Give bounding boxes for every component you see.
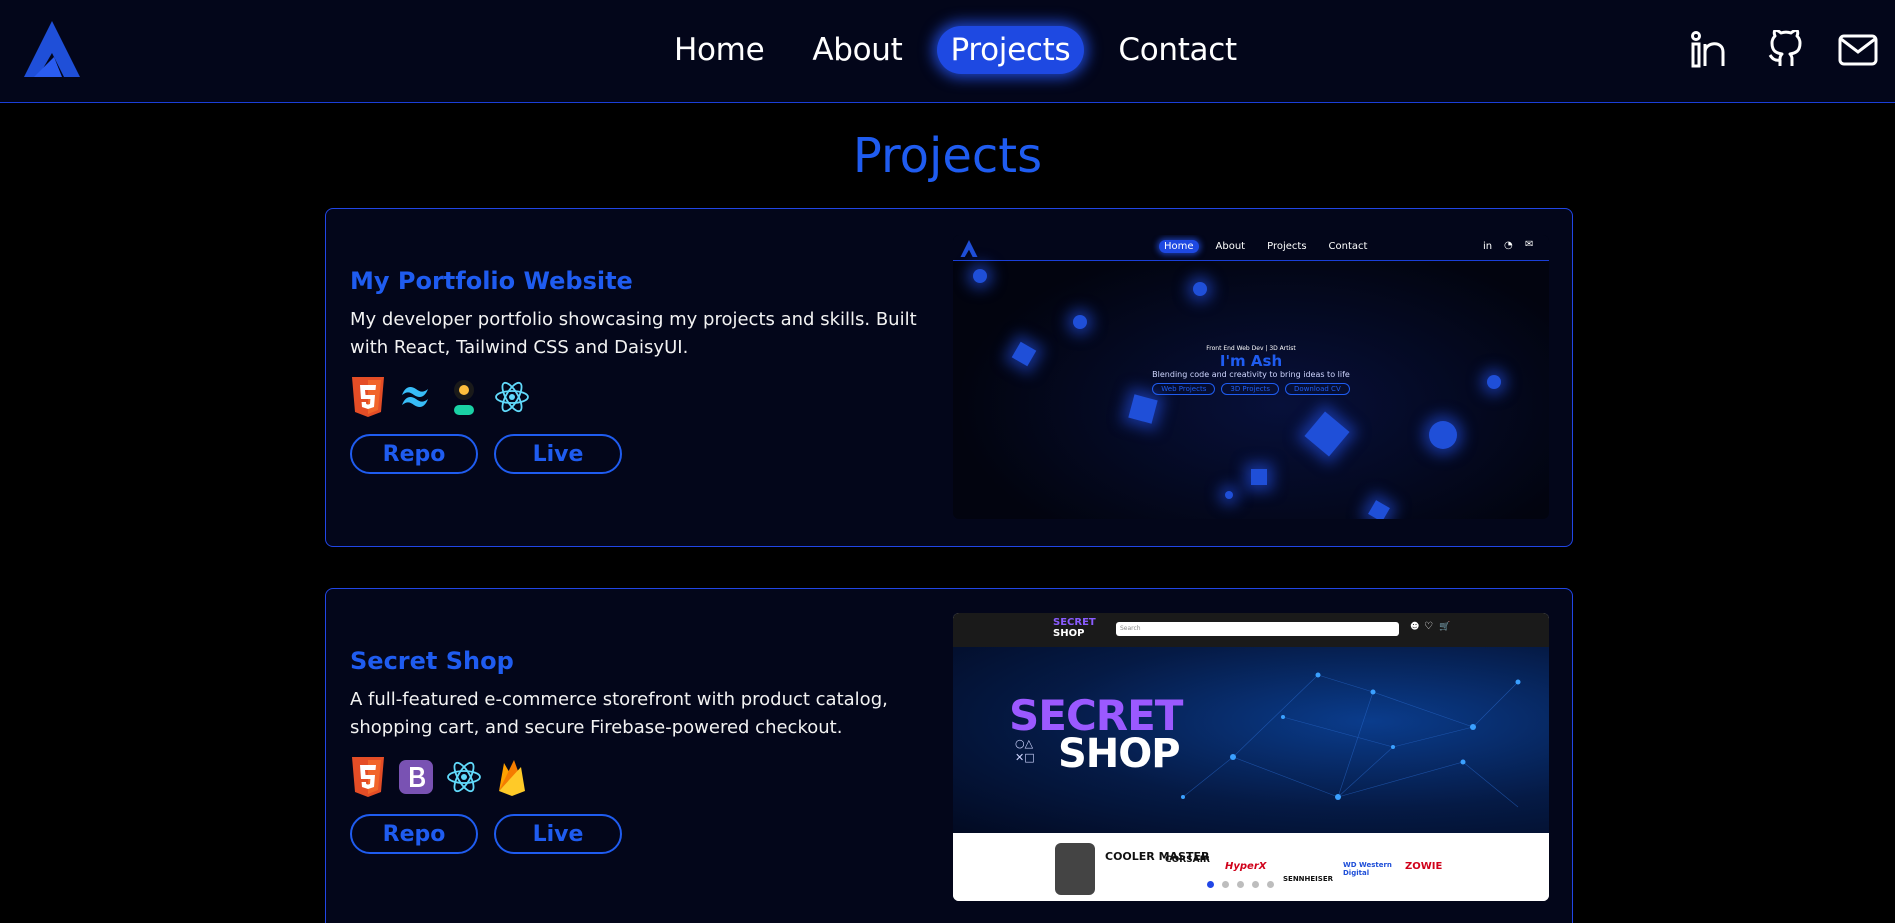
carousel-dot bbox=[1252, 881, 1259, 888]
preview-hero: Front End Web Dev | 3D Artist I'm Ash Bl… bbox=[953, 345, 1549, 395]
preview-nav-home: Home bbox=[1159, 240, 1199, 253]
preview-navbar: Home About Projects Contact in ◔ ✉ bbox=[953, 235, 1549, 261]
project-description: A full-featured e-commerce storefront wi… bbox=[350, 689, 888, 738]
preview-buttons: Web Projects 3D Projects Download CV bbox=[953, 383, 1549, 395]
preview-logo-top: SECRET bbox=[1053, 617, 1096, 628]
preview-github-icon: ◔ bbox=[1504, 240, 1513, 251]
preview-linkedin-icon: in bbox=[1483, 241, 1493, 252]
page-title: Projects bbox=[852, 128, 1043, 184]
tech-stack bbox=[350, 377, 530, 417]
preview-name: I'm Ash bbox=[1219, 352, 1283, 370]
daisyui-icon bbox=[454, 380, 474, 415]
github-icon[interactable] bbox=[1765, 30, 1807, 70]
zowie-logo: ZOWIE bbox=[1405, 861, 1443, 872]
project-buttons: Repo Live bbox=[350, 434, 622, 474]
preview-hero-shop: SHOP bbox=[1058, 731, 1181, 777]
preview-search-input: Search bbox=[1116, 622, 1399, 636]
preview-cart-icon: 🛒 bbox=[1439, 622, 1451, 632]
nav-links: Home About Projects Contact bbox=[660, 22, 1271, 78]
carousel-dot bbox=[1222, 881, 1229, 888]
preview-cube bbox=[1304, 411, 1350, 457]
preview-heart-icon: ♡ bbox=[1424, 621, 1433, 632]
alienware-logo bbox=[1055, 843, 1095, 895]
repo-button[interactable]: Repo bbox=[350, 814, 478, 854]
sennheiser-logo: SENNHEISER bbox=[1283, 875, 1333, 883]
carousel-dot bbox=[1237, 881, 1244, 888]
carousel-dot bbox=[1207, 881, 1214, 888]
carousel-dot bbox=[1267, 881, 1274, 888]
preview-nav-projects: Projects bbox=[1267, 241, 1307, 252]
nav-projects-link[interactable]: Projects bbox=[936, 26, 1085, 74]
preview-mail-icon: ✉ bbox=[1525, 239, 1534, 250]
bootstrap-icon bbox=[399, 760, 433, 794]
repo-button[interactable]: Repo bbox=[350, 434, 478, 474]
preview-orb bbox=[1193, 282, 1207, 296]
nav-home-link[interactable]: Home bbox=[660, 26, 778, 74]
project-buttons: Repo Live bbox=[350, 814, 622, 854]
preview-orb bbox=[1429, 421, 1457, 449]
preview-logo-bottom: SHOP bbox=[1053, 628, 1085, 639]
preview-cube bbox=[1368, 500, 1390, 519]
preview-shop-logo: SECRET SHOP bbox=[1053, 617, 1096, 639]
preview-logo-icon bbox=[960, 240, 978, 257]
preview-web-projects-button: Web Projects bbox=[1152, 383, 1216, 395]
preview-subtitle: Blending code and creativity to bring id… bbox=[1152, 370, 1350, 379]
nav-about-link[interactable]: About bbox=[798, 26, 916, 74]
preview-nav-about: About bbox=[1215, 241, 1246, 252]
preview-hero-banner: SECRET ○△ ✕□ SHOP bbox=[953, 647, 1549, 833]
project-preview-image[interactable]: Home About Projects Contact in ◔ ✉ Front… bbox=[953, 235, 1549, 519]
project-title: Secret Shop bbox=[350, 647, 514, 675]
navbar: Home About Projects Contact bbox=[0, 0, 1895, 103]
project-description: My developer portfolio showcasing my pro… bbox=[350, 309, 917, 358]
firebase-icon bbox=[499, 760, 525, 796]
react-icon bbox=[447, 761, 481, 793]
html5-icon bbox=[352, 377, 384, 417]
preview-brand-strip: COOLER MASTER CORSAIR HyperX SENNHEISER … bbox=[953, 833, 1549, 901]
western-digital-logo: WD Western Digital bbox=[1343, 861, 1392, 877]
project-card: Secret Shop A full-featured e-commerce s… bbox=[325, 588, 1573, 923]
react-icon bbox=[495, 381, 529, 413]
preview-playstation-icons: ○△ ✕□ bbox=[1015, 737, 1035, 764]
tech-stack bbox=[350, 757, 530, 797]
preview-carousel-dots bbox=[1207, 881, 1274, 888]
preview-tagline: Front End Web Dev | 3D Artist bbox=[1206, 345, 1296, 352]
html5-icon bbox=[352, 757, 384, 797]
preview-network-graphic bbox=[1181, 672, 1521, 808]
preview-orb bbox=[1225, 491, 1233, 499]
nav-contact-link[interactable]: Contact bbox=[1104, 26, 1251, 74]
preview-header: SECRET SHOP Search ☻ ♡ 🛒 bbox=[953, 613, 1549, 647]
preview-nav-links: Home About Projects Contact bbox=[1159, 240, 1372, 253]
logo-icon[interactable] bbox=[24, 21, 80, 77]
live-button[interactable]: Live bbox=[494, 434, 622, 474]
project-preview-image[interactable]: SECRET SHOP Search ☻ ♡ 🛒 SECRET ○△ ✕□ SH… bbox=[953, 613, 1549, 901]
preview-download-cv-button: Download CV bbox=[1285, 383, 1350, 395]
mail-icon[interactable] bbox=[1837, 30, 1879, 70]
project-title: My Portfolio Website bbox=[350, 267, 633, 295]
preview-orb bbox=[973, 269, 987, 283]
preview-user-icon: ☻ bbox=[1410, 622, 1420, 632]
preview-cube bbox=[1128, 394, 1158, 424]
preview-nav-contact: Contact bbox=[1328, 241, 1368, 252]
tailwind-icon bbox=[402, 387, 428, 407]
live-button[interactable]: Live bbox=[494, 814, 622, 854]
linkedin-icon[interactable] bbox=[1690, 30, 1732, 70]
preview-orb bbox=[1073, 315, 1087, 329]
preview-cube bbox=[1251, 469, 1267, 485]
preview-3d-projects-button: 3D Projects bbox=[1221, 383, 1280, 395]
hyperx-logo: HyperX bbox=[1225, 861, 1267, 872]
project-card: My Portfolio Website My developer portfo… bbox=[325, 208, 1573, 547]
corsair-logo: CORSAIR bbox=[1165, 855, 1210, 865]
